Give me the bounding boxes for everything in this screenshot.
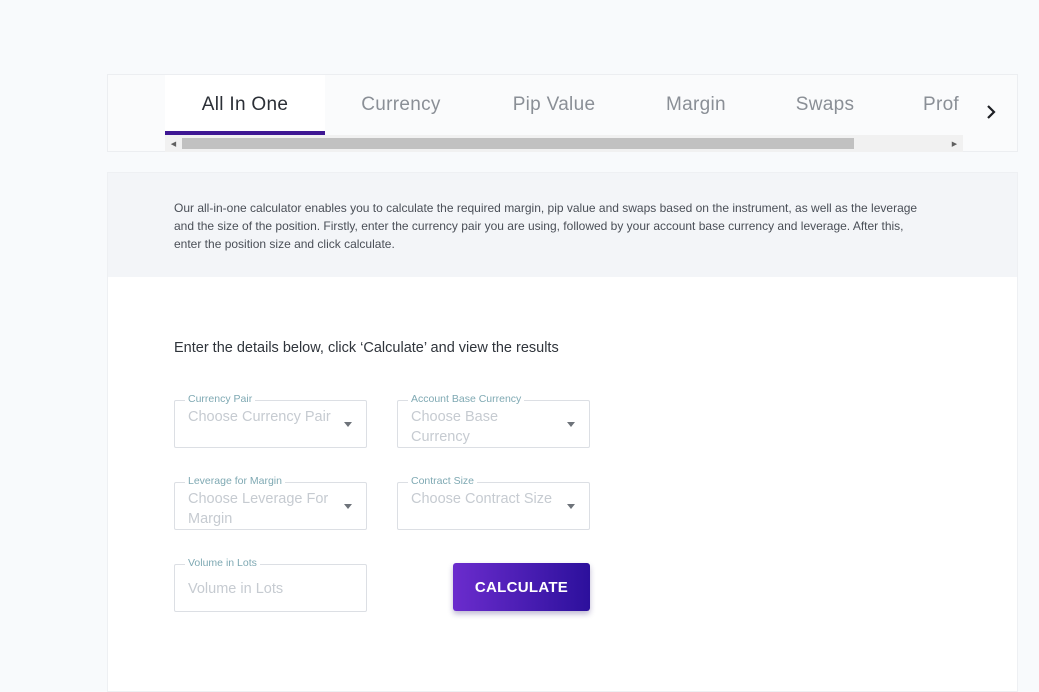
leverage-label: Leverage for Margin — [185, 475, 285, 487]
contract-size-placeholder: Choose Contract Size — [411, 491, 553, 507]
leverage-placeholder: Choose Leverage For Margin — [188, 491, 329, 527]
account-base-currency-placeholder: Choose Base Currency — [411, 409, 499, 445]
currency-pair-select[interactable]: Currency Pair Choose Currency Pair — [174, 393, 367, 448]
calculator-tabs-card: All In One Currency Pip Value Margin Swa… — [107, 74, 1018, 152]
dropdown-arrow-icon — [344, 504, 352, 509]
intro-panel: Our all-in-one calculator enables you to… — [108, 173, 1017, 277]
chevron-right-icon — [987, 105, 996, 119]
scroll-left-arrow-icon[interactable]: ◀ — [165, 135, 182, 152]
dropdown-arrow-icon — [344, 422, 352, 427]
dropdown-arrow-icon — [567, 504, 575, 509]
calculate-button[interactable]: CALCULATE — [453, 563, 590, 611]
scroll-right-arrow-icon[interactable]: ▶ — [946, 135, 963, 152]
tab-pip-value[interactable]: Pip Value — [477, 75, 631, 135]
volume-in-lots-input[interactable]: Volume in Lots Volume in Lots — [174, 557, 367, 612]
tabs-next-button[interactable] — [981, 101, 1001, 123]
tabs-scrollbar[interactable]: ◀ ▶ — [165, 135, 963, 152]
volume-in-lots-label: Volume in Lots — [185, 557, 260, 569]
account-base-currency-select[interactable]: Account Base Currency Choose Base Curren… — [397, 393, 590, 448]
contract-size-label: Contract Size — [408, 475, 478, 487]
intro-text: Our all-in-one calculator enables you to… — [174, 201, 918, 251]
currency-pair-placeholder: Choose Currency Pair — [188, 409, 331, 425]
tab-swaps[interactable]: Swaps — [761, 75, 889, 135]
scrollbar-thumb[interactable] — [182, 138, 854, 149]
tab-all-in-one[interactable]: All In One — [165, 75, 325, 135]
tab-margin[interactable]: Margin — [631, 75, 761, 135]
tab-profit[interactable]: Prof — [889, 75, 963, 135]
contract-size-select[interactable]: Contract Size Choose Contract Size — [397, 475, 590, 530]
tab-bar: All In One Currency Pip Value Margin Swa… — [165, 75, 963, 135]
dropdown-arrow-icon — [567, 422, 575, 427]
form-instructions: Enter the details below, click ‘Calculat… — [174, 340, 559, 356]
currency-pair-label: Currency Pair — [185, 393, 256, 405]
leverage-select[interactable]: Leverage for Margin Choose Leverage For … — [174, 475, 367, 530]
calculator-card: Our all-in-one calculator enables you to… — [107, 172, 1018, 692]
tab-currency[interactable]: Currency — [325, 75, 477, 135]
volume-in-lots-placeholder: Volume in Lots — [188, 581, 284, 597]
account-base-currency-label: Account Base Currency — [408, 393, 525, 405]
